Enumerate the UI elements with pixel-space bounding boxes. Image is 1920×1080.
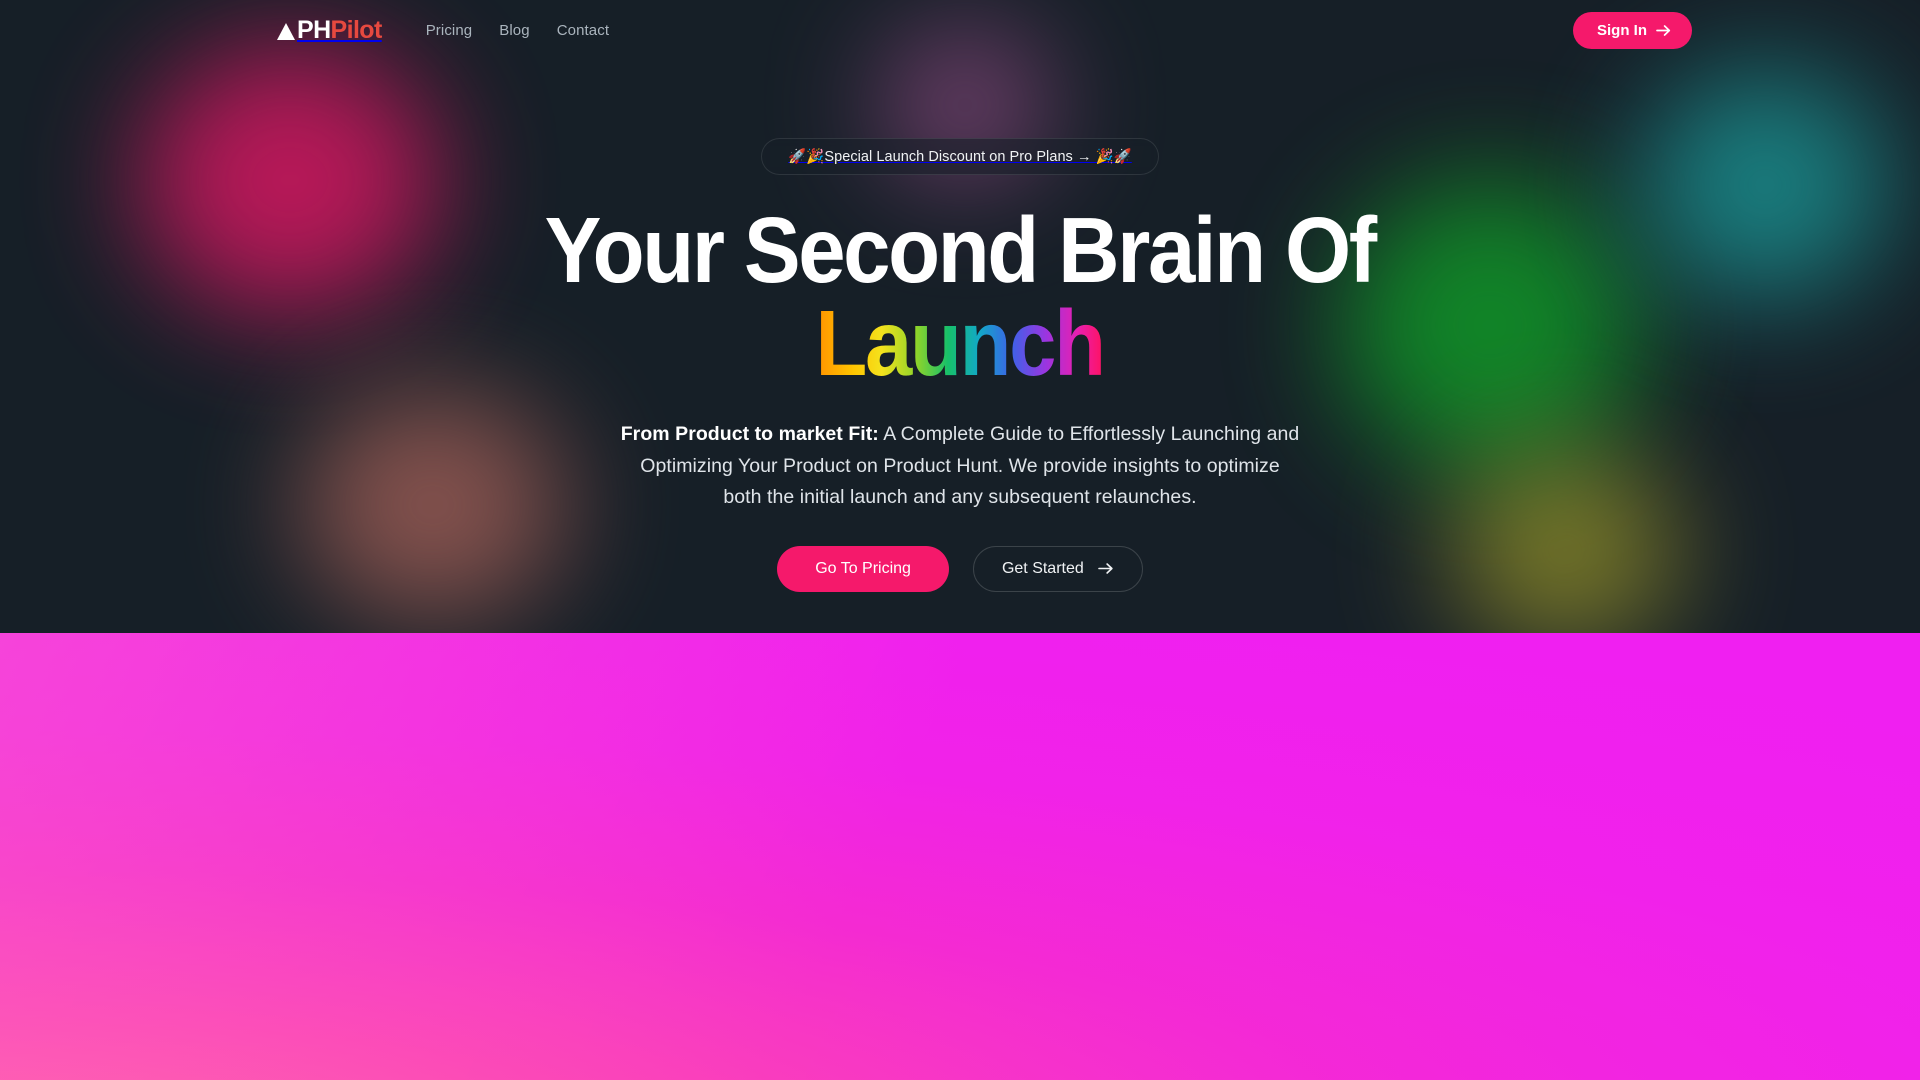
sign-in-label: Sign In xyxy=(1597,21,1647,39)
nav-links: Pricing Blog Contact xyxy=(426,22,609,39)
nav-link-contact[interactable]: Contact xyxy=(557,22,609,39)
hero-content: 🚀🎉Special Launch Discount on Pro Plans →… xyxy=(0,60,1920,592)
sign-in-button[interactable]: Sign In xyxy=(1573,11,1692,49)
hero-subtitle: From Product to market Fit: A Complete G… xyxy=(620,419,1300,514)
landing-page: PH Pilot Pricing Blog Contact Sign In 🚀🎉… xyxy=(0,0,1920,1080)
hero-subtitle-bold: From Product to market Fit: xyxy=(620,423,879,446)
brand-logo[interactable]: PH Pilot xyxy=(277,16,382,45)
page-title-line2: Launch xyxy=(815,291,1107,396)
page-title-line1: Your Second Brain Of xyxy=(544,198,1378,302)
get-started-button[interactable]: Get Started xyxy=(972,545,1143,592)
triangle-icon xyxy=(277,22,295,40)
announcement-banner[interactable]: 🚀🎉Special Launch Discount on Pro Plans →… xyxy=(761,138,1159,175)
brand-name-secondary: Pilot xyxy=(330,15,383,44)
cta-row: Go To Pricing Get Started xyxy=(777,545,1143,592)
arrow-right-icon xyxy=(1097,563,1113,575)
go-to-pricing-button[interactable]: Go To Pricing xyxy=(777,545,949,592)
hero-section: PH Pilot Pricing Blog Contact Sign In 🚀🎉… xyxy=(0,0,1920,633)
arrow-right-icon xyxy=(1656,24,1671,36)
pink-gradient-overlay xyxy=(0,633,1920,1080)
nav-link-pricing[interactable]: Pricing xyxy=(426,22,473,39)
get-started-label: Get Started xyxy=(1001,559,1084,577)
top-navbar: PH Pilot Pricing Blog Contact Sign In xyxy=(0,0,1920,60)
brand-name-primary: PH xyxy=(297,15,331,44)
nav-link-blog[interactable]: Blog xyxy=(499,22,529,39)
announcement-text: 🚀🎉Special Launch Discount on Pro Plans →… xyxy=(788,149,1132,165)
pink-gradient-section xyxy=(0,633,1920,1080)
